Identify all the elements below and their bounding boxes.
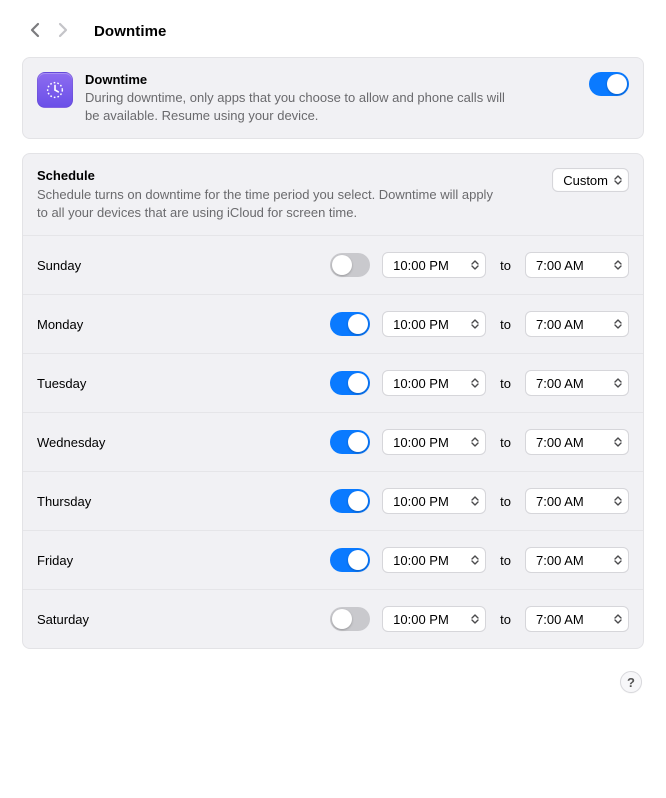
- page-title: Downtime: [94, 23, 166, 40]
- from-time-stepper[interactable]: 10:00 PM: [382, 606, 486, 632]
- to-time-value: 7:00 AM: [536, 553, 584, 568]
- day-label: Friday: [37, 553, 318, 568]
- day-toggle[interactable]: [330, 489, 370, 513]
- day-label: Saturday: [37, 612, 318, 627]
- from-time-stepper[interactable]: 10:00 PM: [382, 429, 486, 455]
- schedule-mode-value: Custom: [563, 173, 608, 188]
- hero-title: Downtime: [85, 72, 577, 87]
- day-toggle[interactable]: [330, 607, 370, 631]
- updown-icon: [469, 555, 481, 565]
- updown-icon: [469, 260, 481, 270]
- updown-icon: [469, 614, 481, 624]
- schedule-row: Monday 10:00 PM to 7:00 AM: [23, 295, 643, 354]
- schedule-row: Friday 10:00 PM to 7:00 AM: [23, 531, 643, 590]
- day-label: Tuesday: [37, 376, 318, 391]
- to-label: to: [498, 435, 513, 450]
- to-label: to: [498, 553, 513, 568]
- schedule-rows: Sunday 10:00 PM to 7:00 AM Monday 10:00 PM to 7…: [23, 236, 643, 648]
- back-button[interactable]: [28, 20, 42, 43]
- day-label: Monday: [37, 317, 318, 332]
- to-time-value: 7:00 AM: [536, 494, 584, 509]
- to-time-stepper[interactable]: 7:00 AM: [525, 429, 629, 455]
- updown-icon: [612, 175, 624, 185]
- forward-button[interactable]: [56, 20, 70, 43]
- from-time-stepper[interactable]: 10:00 PM: [382, 311, 486, 337]
- schedule-row: Tuesday 10:00 PM to 7:00 AM: [23, 354, 643, 413]
- help-button[interactable]: ?: [620, 671, 642, 693]
- downtime-hero-panel: Downtime During downtime, only apps that…: [22, 57, 644, 139]
- downtime-master-toggle[interactable]: [589, 72, 629, 96]
- downtime-icon: [37, 72, 73, 108]
- schedule-mode-select[interactable]: Custom: [552, 168, 629, 192]
- to-time-value: 7:00 AM: [536, 612, 584, 627]
- from-time-value: 10:00 PM: [393, 435, 449, 450]
- day-toggle[interactable]: [330, 548, 370, 572]
- to-label: to: [498, 317, 513, 332]
- from-time-value: 10:00 PM: [393, 317, 449, 332]
- updown-icon: [469, 378, 481, 388]
- updown-icon: [612, 260, 624, 270]
- to-time-value: 7:00 AM: [536, 376, 584, 391]
- updown-icon: [469, 496, 481, 506]
- to-time-stepper[interactable]: 7:00 AM: [525, 547, 629, 573]
- schedule-row: Wednesday 10:00 PM to 7:00 AM: [23, 413, 643, 472]
- to-label: to: [498, 612, 513, 627]
- from-time-stepper[interactable]: 10:00 PM: [382, 370, 486, 396]
- updown-icon: [612, 437, 624, 447]
- schedule-row: Sunday 10:00 PM to 7:00 AM: [23, 236, 643, 295]
- to-time-value: 7:00 AM: [536, 435, 584, 450]
- day-toggle[interactable]: [330, 312, 370, 336]
- schedule-title: Schedule: [37, 168, 540, 183]
- schedule-row: Saturday 10:00 PM to 7:00 AM: [23, 590, 643, 648]
- to-time-stepper[interactable]: 7:00 AM: [525, 606, 629, 632]
- hero-desc: During downtime, only apps that you choo…: [85, 89, 515, 124]
- day-label: Sunday: [37, 258, 318, 273]
- day-label: Wednesday: [37, 435, 318, 450]
- from-time-value: 10:00 PM: [393, 258, 449, 273]
- to-time-stepper[interactable]: 7:00 AM: [525, 252, 629, 278]
- to-time-stepper[interactable]: 7:00 AM: [525, 370, 629, 396]
- from-time-value: 10:00 PM: [393, 553, 449, 568]
- updown-icon: [612, 319, 624, 329]
- updown-icon: [612, 496, 624, 506]
- updown-icon: [612, 614, 624, 624]
- from-time-stepper[interactable]: 10:00 PM: [382, 252, 486, 278]
- day-toggle[interactable]: [330, 253, 370, 277]
- from-time-stepper[interactable]: 10:00 PM: [382, 488, 486, 514]
- schedule-panel: Schedule Schedule turns on downtime for …: [22, 153, 644, 649]
- to-time-value: 7:00 AM: [536, 258, 584, 273]
- to-time-stepper[interactable]: 7:00 AM: [525, 488, 629, 514]
- to-label: to: [498, 376, 513, 391]
- day-toggle[interactable]: [330, 430, 370, 454]
- to-time-stepper[interactable]: 7:00 AM: [525, 311, 629, 337]
- updown-icon: [612, 378, 624, 388]
- schedule-desc: Schedule turns on downtime for the time …: [37, 186, 497, 221]
- to-label: to: [498, 494, 513, 509]
- updown-icon: [612, 555, 624, 565]
- updown-icon: [469, 437, 481, 447]
- from-time-stepper[interactable]: 10:00 PM: [382, 547, 486, 573]
- from-time-value: 10:00 PM: [393, 376, 449, 391]
- schedule-row: Thursday 10:00 PM to 7:00 AM: [23, 472, 643, 531]
- nav-bar: Downtime: [22, 18, 644, 57]
- screentime-downtime-pane: Downtime Downtime During downtime, only …: [0, 0, 666, 719]
- to-time-value: 7:00 AM: [536, 317, 584, 332]
- to-label: to: [498, 258, 513, 273]
- day-label: Thursday: [37, 494, 318, 509]
- updown-icon: [469, 319, 481, 329]
- from-time-value: 10:00 PM: [393, 612, 449, 627]
- day-toggle[interactable]: [330, 371, 370, 395]
- from-time-value: 10:00 PM: [393, 494, 449, 509]
